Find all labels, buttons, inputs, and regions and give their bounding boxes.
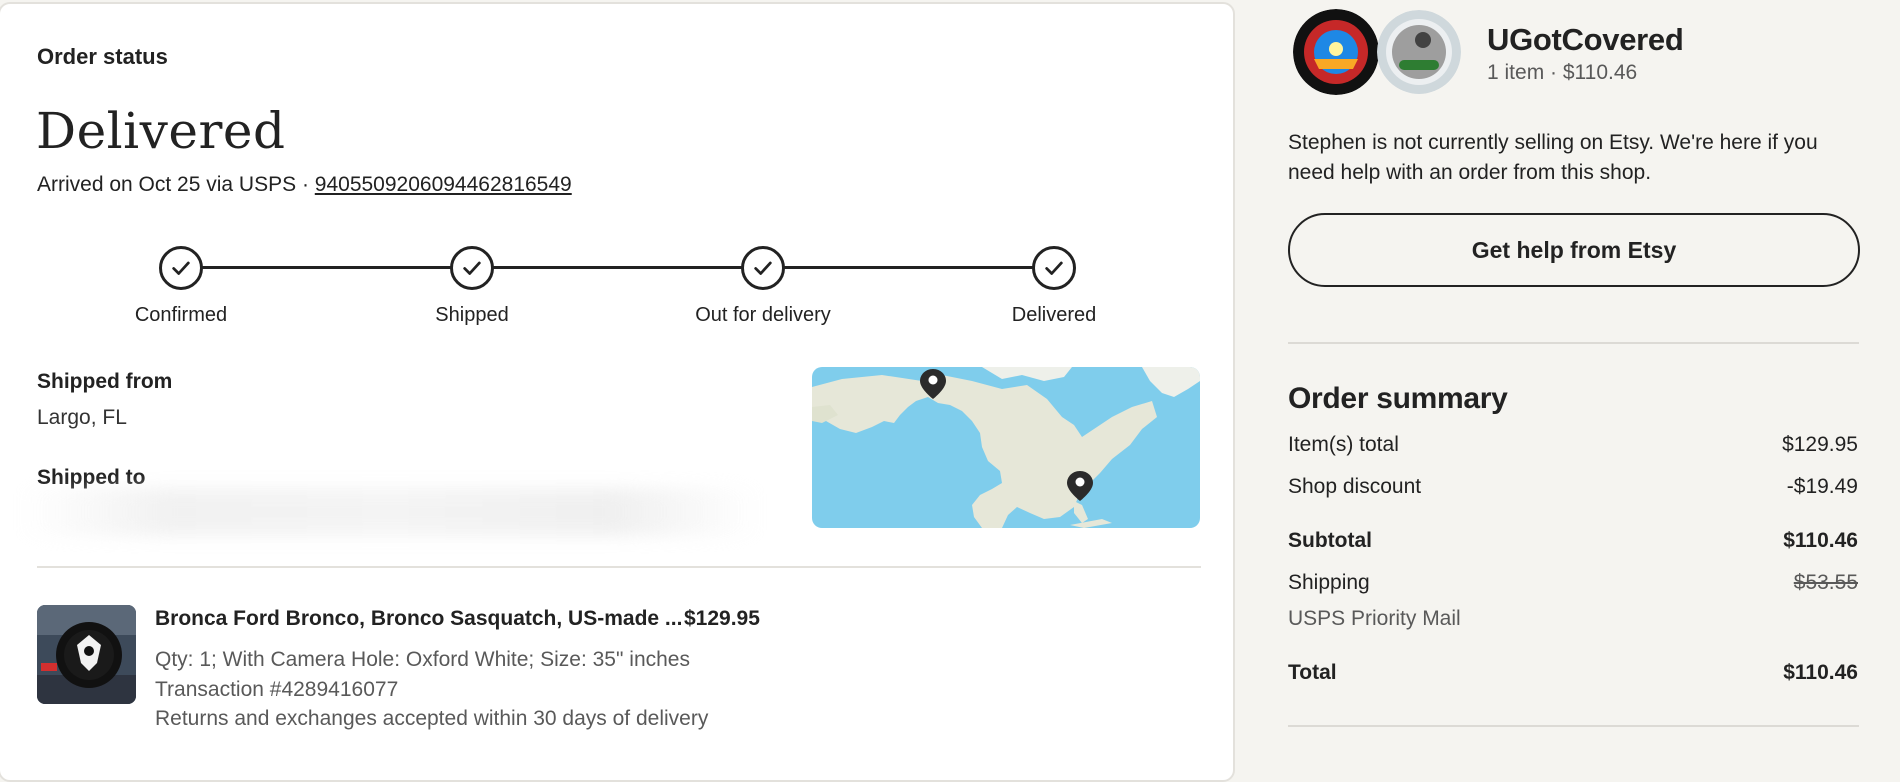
- shipping-label: Shipping: [1288, 571, 1370, 594]
- item-details: Qty: 1; With Camera Hole: Oxford White; …: [155, 648, 690, 671]
- step-confirmed: Confirmed: [81, 246, 281, 327]
- arrival-info: Arrived on Oct 25 via USPS · 94055092060…: [37, 173, 572, 197]
- shop-discount-row: Shop discount -$19.49: [1288, 475, 1858, 499]
- step-label: Out for delivery: [695, 304, 831, 326]
- shop-order-subtitle: 1 item · $110.46: [1487, 61, 1638, 84]
- shipping-method: USPS Priority Mail: [1288, 607, 1461, 630]
- order-status-label: Order status: [37, 44, 168, 69]
- progress-track: [181, 266, 1055, 269]
- seller-notice: Stephen is not currently selling on Etsy…: [1288, 131, 1818, 184]
- subtotal-value: $110.46: [1783, 529, 1858, 552]
- shipped-from-label: Shipped from: [37, 370, 173, 393]
- shop-name-link[interactable]: UGotCovered: [1487, 22, 1684, 58]
- subtotal-label: Subtotal: [1288, 529, 1372, 552]
- total-label: Total: [1288, 661, 1337, 684]
- check-icon: [159, 246, 203, 290]
- check-icon: [741, 246, 785, 290]
- shipment-map[interactable]: [812, 367, 1200, 528]
- shipped-to-label: Shipped to: [37, 466, 146, 489]
- step-label: Confirmed: [134, 304, 228, 326]
- transaction-id: Transaction #4289416077: [155, 678, 399, 701]
- order-status-headline: Delivered: [36, 102, 286, 160]
- subtotal-row: Subtotal $110.46: [1288, 529, 1858, 553]
- redacted-address: [20, 488, 760, 536]
- shop-discount-label: Shop discount: [1288, 475, 1422, 498]
- panel-divider-bottom: [1288, 725, 1859, 727]
- item-price: $129.95: [684, 607, 760, 630]
- shipping-method-row: USPS Priority Mail: [1288, 607, 1858, 631]
- step-label: Delivered: [1011, 304, 1097, 326]
- item-title-link[interactable]: Bronca Ford Bronco, Bronco Sasquatch, US…: [155, 607, 682, 631]
- panel-divider: [1288, 342, 1859, 344]
- items-total-label: Item(s) total: [1288, 433, 1399, 456]
- return-policy: Returns and exchanges accepted within 30…: [155, 707, 709, 730]
- get-help-button[interactable]: Get help from Etsy: [1288, 213, 1860, 287]
- shipping-value: $53.55: [1793, 571, 1858, 594]
- order-summary-title: Order summary: [1288, 382, 1508, 415]
- check-icon: [450, 246, 494, 290]
- tracking-number-link[interactable]: 9405509206094462816549: [315, 173, 572, 196]
- check-icon: [1032, 246, 1076, 290]
- arrival-text: Arrived on Oct 25 via USPS ·: [37, 173, 315, 196]
- shop-logo-avatar[interactable]: [1293, 9, 1379, 95]
- item-thumbnail[interactable]: [37, 605, 136, 704]
- step-label: Shipped: [435, 304, 509, 326]
- total-row: Total $110.46: [1288, 661, 1858, 685]
- step-shipped: Shipped: [372, 246, 572, 327]
- items-total-row: Item(s) total $129.95: [1288, 433, 1858, 457]
- step-delivered: Delivered: [954, 246, 1154, 327]
- shipped-from-value: Largo, FL: [37, 406, 127, 429]
- step-out-for-delivery: Out for delivery: [663, 246, 863, 327]
- shipping-row: Shipping $53.55: [1288, 571, 1858, 595]
- seller-avatar[interactable]: [1377, 10, 1461, 94]
- items-total-value: $129.95: [1782, 433, 1858, 456]
- total-value: $110.46: [1783, 661, 1858, 684]
- shop-discount-value: -$19.49: [1786, 475, 1858, 498]
- section-divider: [37, 566, 1201, 568]
